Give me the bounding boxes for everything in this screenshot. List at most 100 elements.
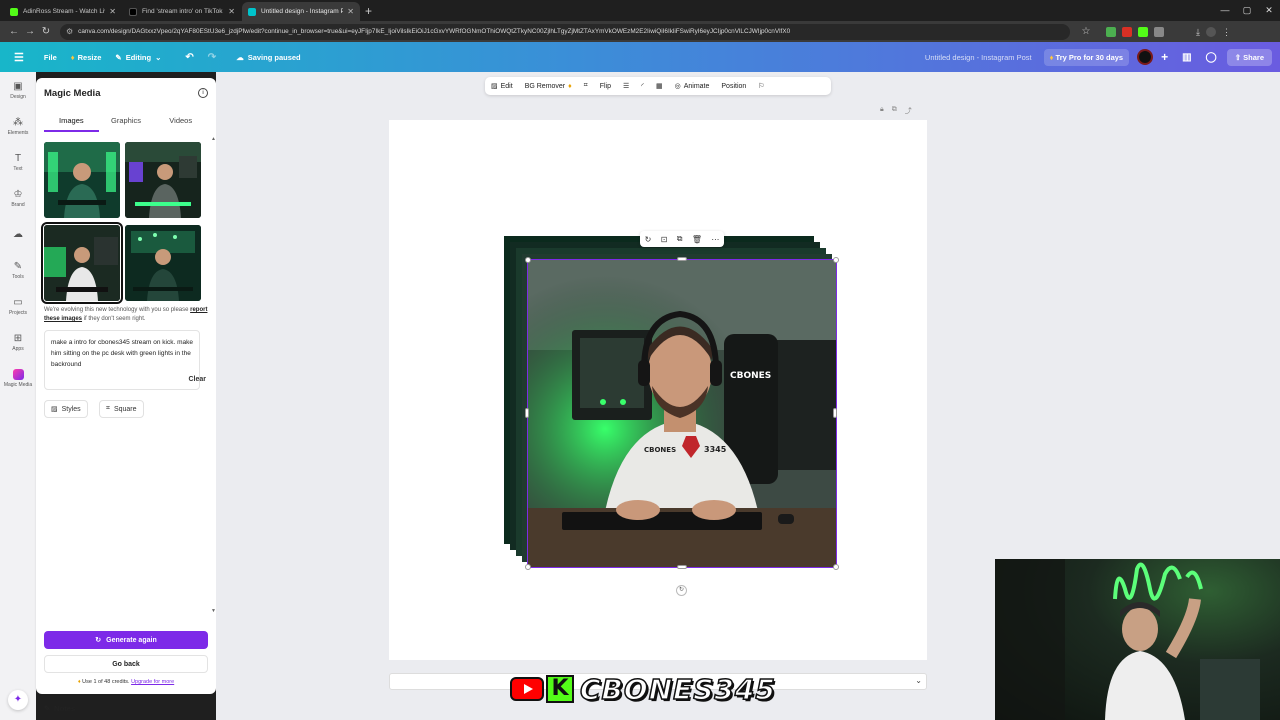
flip-button[interactable]: Flip xyxy=(600,83,611,90)
tab-graphics[interactable]: Graphics xyxy=(99,116,154,132)
panel-scrollbar[interactable]: ▲ ▼ xyxy=(211,136,216,616)
generated-image-2[interactable] xyxy=(125,142,201,218)
rotate-icon[interactable]: ↻ xyxy=(645,235,652,244)
resize-button[interactable]: ♦ Resize xyxy=(71,53,102,62)
scroll-up-icon[interactable]: ▲ xyxy=(211,136,216,142)
resize-handle[interactable] xyxy=(833,564,839,570)
menu-icon[interactable]: ⋮ xyxy=(1222,27,1231,37)
resize-handle[interactable] xyxy=(525,564,531,570)
rail-item-elements[interactable]: ⁂ Elements xyxy=(0,108,36,144)
site-info-icon[interactable]: ⚙ xyxy=(66,27,73,36)
tab-images[interactable]: Images xyxy=(44,116,99,132)
avatar[interactable] xyxy=(1137,49,1154,65)
prompt-input[interactable]: make a intro for cbones345 stream on kic… xyxy=(44,330,200,390)
lock-icon[interactable]: 🔒︎ xyxy=(880,106,884,116)
share-button[interactable]: ⇧ Share xyxy=(1226,48,1272,66)
undo-icon[interactable]: ↶ xyxy=(185,52,193,63)
editing-mode-button[interactable]: ✎ Editing ⌄ xyxy=(115,53,161,62)
reload-icon[interactable]: ↻ xyxy=(38,26,54,37)
extensions-puzzle-icon[interactable] xyxy=(1154,26,1164,37)
extension-icon[interactable] xyxy=(1122,26,1132,37)
animate-button[interactable]: ◎ Animate xyxy=(675,82,710,91)
close-icon[interactable]: ✕ xyxy=(228,7,235,16)
address-bar[interactable]: ⚙ canva.com/design/DAGtxxzVpeo/2qYAF80ES… xyxy=(60,23,1070,40)
redo-icon[interactable]: ↷ xyxy=(208,52,216,63)
rail-item-uploads[interactable]: ☁ xyxy=(0,216,36,252)
transparency-icon[interactable]: ▦ xyxy=(656,82,663,90)
extensions: ⤓ ⋮ xyxy=(1106,26,1231,37)
rail-item-text[interactable]: T Text xyxy=(0,144,36,180)
forward-icon[interactable]: → xyxy=(22,26,38,37)
maximize-icon[interactable]: ▢ xyxy=(1236,0,1258,20)
rail-item-brand[interactable]: ♔ Brand xyxy=(0,180,36,216)
design-title[interactable]: Untitled design - Instagram Post xyxy=(925,53,1032,62)
generated-image-3-selected[interactable] xyxy=(41,222,123,304)
add-collaborator-icon[interactable]: + xyxy=(1161,50,1168,64)
aspect-ratio-button[interactable]: ⌗ Square xyxy=(99,400,144,418)
comments-icon[interactable]: ◯ xyxy=(1206,52,1217,63)
resize-handle[interactable] xyxy=(525,408,529,418)
scroll-down-icon[interactable]: ▼ xyxy=(211,608,216,614)
rail-item-apps[interactable]: ⊞ Apps xyxy=(0,324,36,360)
animate-label: Animate xyxy=(683,82,710,90)
copy-style-icon[interactable]: ⚐ xyxy=(758,82,764,90)
delete-icon[interactable]: 🗑︎ xyxy=(692,235,702,244)
add-page-icon[interactable]: ⤴ xyxy=(905,106,912,116)
back-icon[interactable]: ← xyxy=(6,26,22,37)
rotate-handle-icon[interactable]: ↻ xyxy=(676,585,687,596)
resize-handle[interactable] xyxy=(677,257,687,261)
generated-image-4[interactable] xyxy=(125,225,201,301)
resize-handle[interactable] xyxy=(677,565,687,569)
rail-item-design[interactable]: ▣ Design xyxy=(0,72,36,108)
clear-button[interactable]: Clear xyxy=(188,376,206,383)
bg-remover-button[interactable]: BG Remover ♦ xyxy=(525,83,572,90)
upgrade-link[interactable]: Upgrade for more xyxy=(131,679,174,685)
duplicate-icon[interactable]: ⧉ xyxy=(677,234,683,244)
file-menu[interactable]: File xyxy=(44,53,57,62)
crop-icon[interactable]: ⌗ xyxy=(584,82,588,90)
help-icon[interactable]: ✦ xyxy=(8,690,28,710)
generated-image-1[interactable] xyxy=(44,142,120,218)
rail-item-tools[interactable]: ✎ Tools xyxy=(0,252,36,288)
minimize-icon[interactable]: — xyxy=(1214,0,1236,20)
share-label: Share xyxy=(1243,52,1264,62)
corner-rounding-icon[interactable]: ◜ xyxy=(641,82,644,90)
styles-button[interactable]: ▨ Styles xyxy=(44,400,88,418)
resize-handle[interactable] xyxy=(833,408,837,418)
rail-label: Design xyxy=(10,93,26,100)
notes-button[interactable]: ✎ Notes xyxy=(44,704,75,713)
more-options-icon[interactable]: ⋯ xyxy=(711,235,719,244)
rail-item-magic-media[interactable]: Magic Media xyxy=(0,360,36,396)
border-style-icon[interactable]: ☰ xyxy=(623,82,629,90)
browser-tab[interactable]: AdinRoss Stream - Watch Live ✕ xyxy=(4,2,122,21)
extension-icon[interactable] xyxy=(1138,26,1148,37)
close-icon[interactable]: ✕ xyxy=(109,7,116,16)
chevron-down-icon[interactable]: ⌄ xyxy=(915,676,922,685)
duplicate-page-icon[interactable]: ⧉ xyxy=(892,106,897,116)
close-icon[interactable]: ✕ xyxy=(347,7,354,16)
extension-icon[interactable] xyxy=(1106,26,1116,37)
position-button[interactable]: Position xyxy=(721,83,746,90)
insights-icon[interactable]: ▥ xyxy=(1182,52,1191,63)
profile-icon[interactable] xyxy=(1205,26,1216,37)
edit-image-button[interactable]: ▨ Edit xyxy=(491,82,513,91)
generate-again-button[interactable]: ↻ Generate again xyxy=(44,631,208,649)
rail-item-projects[interactable]: ▭ Projects xyxy=(0,288,36,324)
resize-handle[interactable] xyxy=(833,257,839,263)
try-pro-button[interactable]: ♦ Try Pro for 30 days xyxy=(1043,48,1130,66)
browser-tab[interactable]: Find 'stream intro' on TikTok | ✕ xyxy=(123,2,241,21)
disclaimer-text: We're evolving this new technology with … xyxy=(44,306,209,324)
selected-image[interactable]: CBONES CBONES 3345 xyxy=(527,259,837,568)
resize-handle[interactable] xyxy=(525,257,531,263)
info-icon[interactable]: i xyxy=(198,88,208,98)
bookmark-star-icon[interactable]: ☆ xyxy=(1078,26,1094,37)
hamburger-menu-icon[interactable]: ☰ xyxy=(14,51,24,64)
notes-icon: ✎ xyxy=(44,704,51,713)
close-window-icon[interactable]: ✕ xyxy=(1258,0,1280,20)
browser-tab-active[interactable]: Untitled design - Instagram Po ✕ xyxy=(242,2,360,21)
new-tab-icon[interactable]: + xyxy=(365,2,372,21)
lock-icon[interactable]: ⊡ xyxy=(661,235,668,244)
download-icon[interactable]: ⤓ xyxy=(1196,27,1200,37)
tab-videos[interactable]: Videos xyxy=(153,116,208,132)
go-back-button[interactable]: Go back xyxy=(44,655,208,673)
